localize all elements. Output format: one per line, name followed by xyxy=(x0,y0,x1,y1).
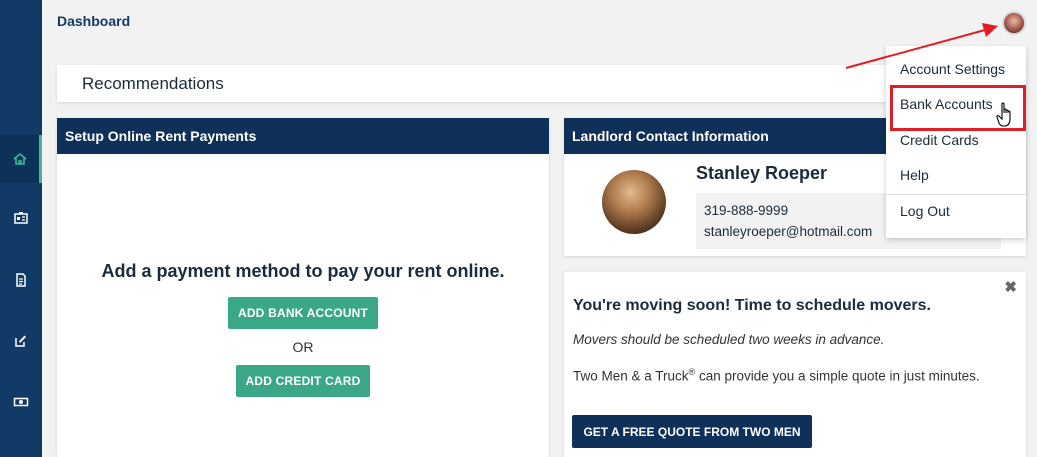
get-free-quote-button[interactable]: GET A FREE QUOTE FROM TWO MEN xyxy=(572,415,812,448)
recommendations-title: Recommendations xyxy=(82,74,224,93)
setup-card-title: Setup Online Rent Payments xyxy=(57,118,549,154)
edit-icon xyxy=(15,335,26,347)
sidebar-item-payments[interactable] xyxy=(0,378,42,426)
movers-body-prefix: Two Men & a Truck xyxy=(573,368,689,384)
hand-cursor-icon xyxy=(996,102,1011,127)
landlord-photo xyxy=(602,170,666,234)
add-bank-account-button[interactable]: ADD BANK ACCOUNT xyxy=(228,297,378,329)
menu-item-log-out[interactable]: Log Out xyxy=(886,195,1026,229)
sidebar xyxy=(0,0,42,457)
sidebar-item-documents[interactable] xyxy=(0,256,42,304)
page-title: Dashboard xyxy=(57,13,131,29)
id-card-icon xyxy=(14,212,28,224)
recommendations-panel[interactable]: Recommendations xyxy=(57,65,1025,102)
money-icon xyxy=(13,397,29,407)
close-icon[interactable]: ✖ xyxy=(1004,278,1017,296)
menu-item-help[interactable]: Help xyxy=(886,159,1026,193)
movers-title: You're moving soon! Time to schedule mov… xyxy=(573,297,931,314)
movers-body: Two Men & a Truck® can provide you a sim… xyxy=(573,367,980,384)
home-icon xyxy=(12,152,27,165)
setup-rent-payments-card: Setup Online Rent Payments Add a payment… xyxy=(57,118,549,457)
movers-note: Movers should be scheduled two weeks in … xyxy=(573,332,885,347)
payment-method-prompt: Add a payment method to pay your rent on… xyxy=(101,261,505,281)
landlord-name: Stanley Roeper xyxy=(696,163,828,183)
document-icon xyxy=(16,273,26,287)
menu-item-account-settings[interactable]: Account Settings xyxy=(886,53,1026,87)
sidebar-item-lease[interactable] xyxy=(0,194,42,242)
or-divider-text: OR xyxy=(292,339,314,355)
sidebar-item-home[interactable] xyxy=(0,135,42,183)
user-dropdown-menu: Account Settings Bank Accounts Credit Ca… xyxy=(886,46,1026,238)
add-credit-card-button[interactable]: ADD CREDIT CARD xyxy=(236,365,370,397)
user-avatar[interactable] xyxy=(1002,11,1026,35)
sidebar-item-maintenance[interactable] xyxy=(0,317,42,365)
movers-body-suffix: can provide you a simple quote in just m… xyxy=(695,368,980,384)
movers-card: ✖ You're moving soon! Time to schedule m… xyxy=(564,272,1026,457)
